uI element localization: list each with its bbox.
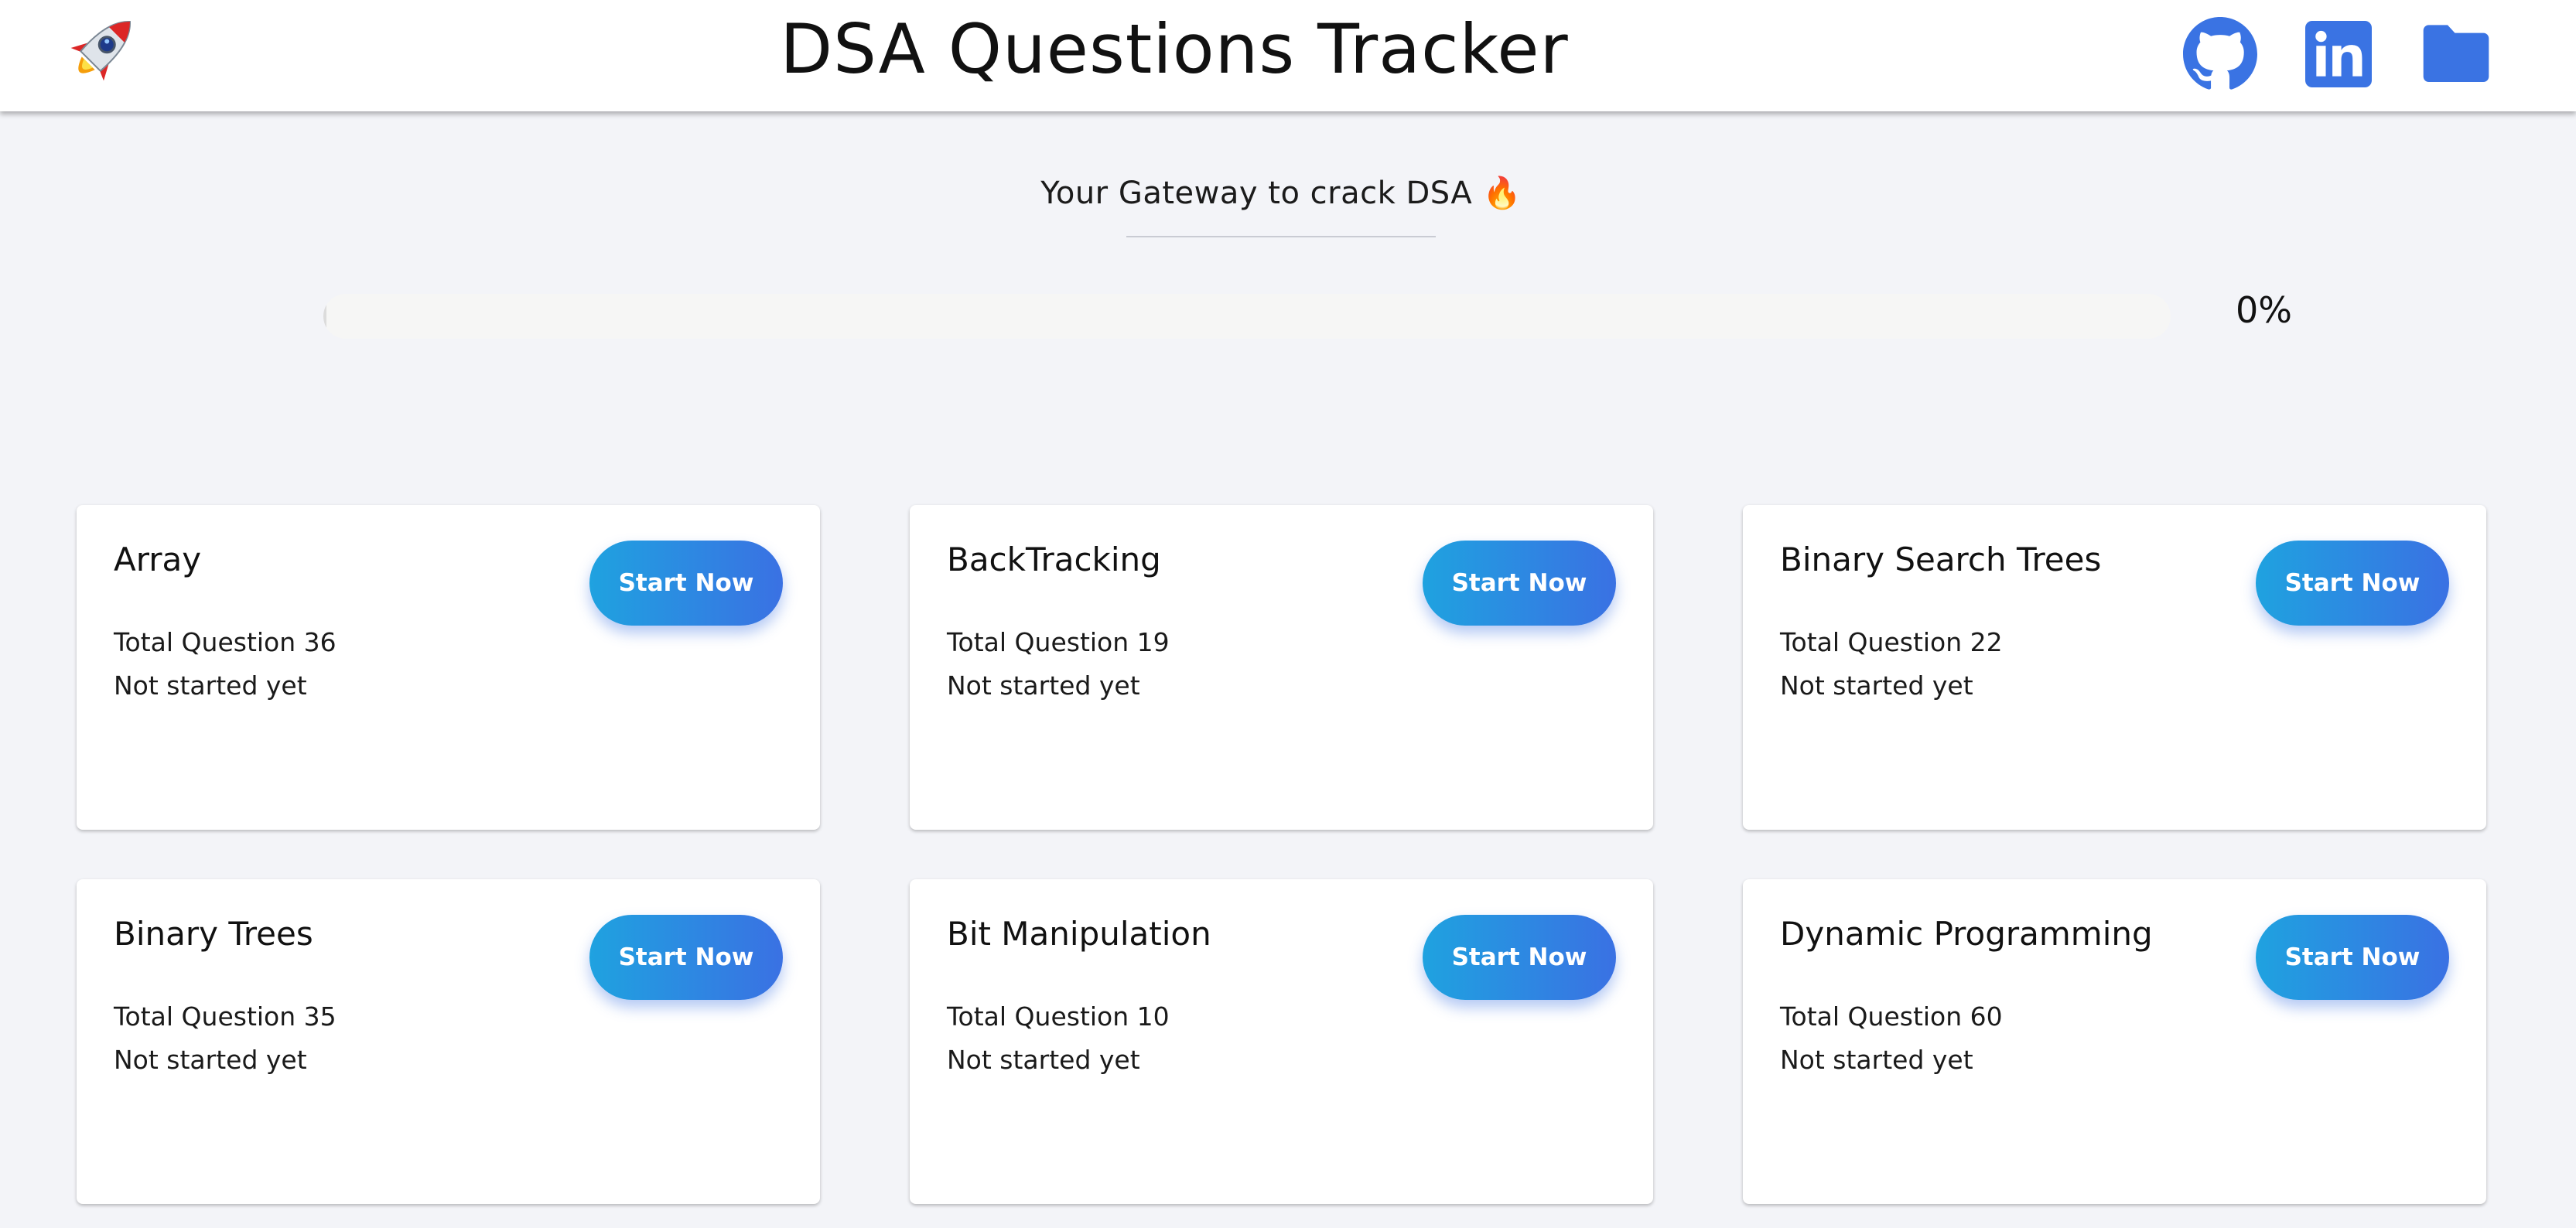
topic-total-questions: Total Question 22 xyxy=(1780,627,2003,657)
topic-card-binary-search-trees: Binary Search Trees Total Question 22 No… xyxy=(1743,505,2486,830)
topic-total-questions: Total Question 19 xyxy=(947,627,1170,657)
topic-title: Binary Trees xyxy=(114,915,313,953)
start-now-button[interactable]: Start Now xyxy=(589,915,783,1000)
topic-status: Not started yet xyxy=(114,670,307,701)
topic-total-questions: Total Question 10 xyxy=(947,1001,1170,1032)
social-links xyxy=(2183,17,2492,91)
topic-total-questions: Total Question 35 xyxy=(114,1001,337,1032)
topic-total-questions: Total Question 36 xyxy=(114,627,337,657)
topic-status: Not started yet xyxy=(1780,670,1973,701)
topic-card-array: Array Total Question 36 Not started yet … xyxy=(77,505,820,830)
topic-title: Dynamic Programming xyxy=(1780,915,2153,953)
start-now-button[interactable]: Start Now xyxy=(589,541,783,626)
topic-card-bit-manipulation: Bit Manipulation Total Question 10 Not s… xyxy=(910,879,1653,1204)
topic-status: Not started yet xyxy=(1780,1045,1973,1075)
github-icon[interactable] xyxy=(2183,17,2257,91)
topic-card-dynamic-programming: Dynamic Programming Total Question 60 No… xyxy=(1743,879,2486,1204)
topic-title: BackTracking xyxy=(947,541,1161,578)
tagline: Your Gateway to crack DSA 🔥 xyxy=(1040,176,1522,211)
start-now-button[interactable]: Start Now xyxy=(2256,541,2449,626)
start-now-button[interactable]: Start Now xyxy=(2256,915,2449,1000)
topic-card-backtracking: BackTracking Total Question 19 Not start… xyxy=(910,505,1653,830)
tagline-divider xyxy=(1126,236,1436,237)
topic-title: Array xyxy=(114,541,202,578)
topic-status: Not started yet xyxy=(947,1045,1140,1075)
folder-icon[interactable] xyxy=(2420,17,2492,91)
topic-status: Not started yet xyxy=(947,670,1140,701)
overall-progress-bar xyxy=(323,294,2171,339)
topic-card-binary-trees: Binary Trees Total Question 35 Not start… xyxy=(77,879,820,1204)
topic-status: Not started yet xyxy=(114,1045,307,1075)
topic-title: Bit Manipulation xyxy=(947,915,1211,953)
topic-title: Binary Search Trees xyxy=(1780,541,2102,578)
page-title: DSA Questions Tracker xyxy=(780,9,1569,89)
top-navbar: DSA Questions Tracker xyxy=(0,0,2576,111)
topic-total-questions: Total Question 60 xyxy=(1780,1001,2003,1032)
start-now-button[interactable]: Start Now xyxy=(1423,915,1616,1000)
progress-fill xyxy=(323,294,326,339)
start-now-button[interactable]: Start Now xyxy=(1423,541,1616,626)
linkedin-icon[interactable] xyxy=(2305,17,2372,91)
progress-percent: 0% xyxy=(2236,289,2292,331)
